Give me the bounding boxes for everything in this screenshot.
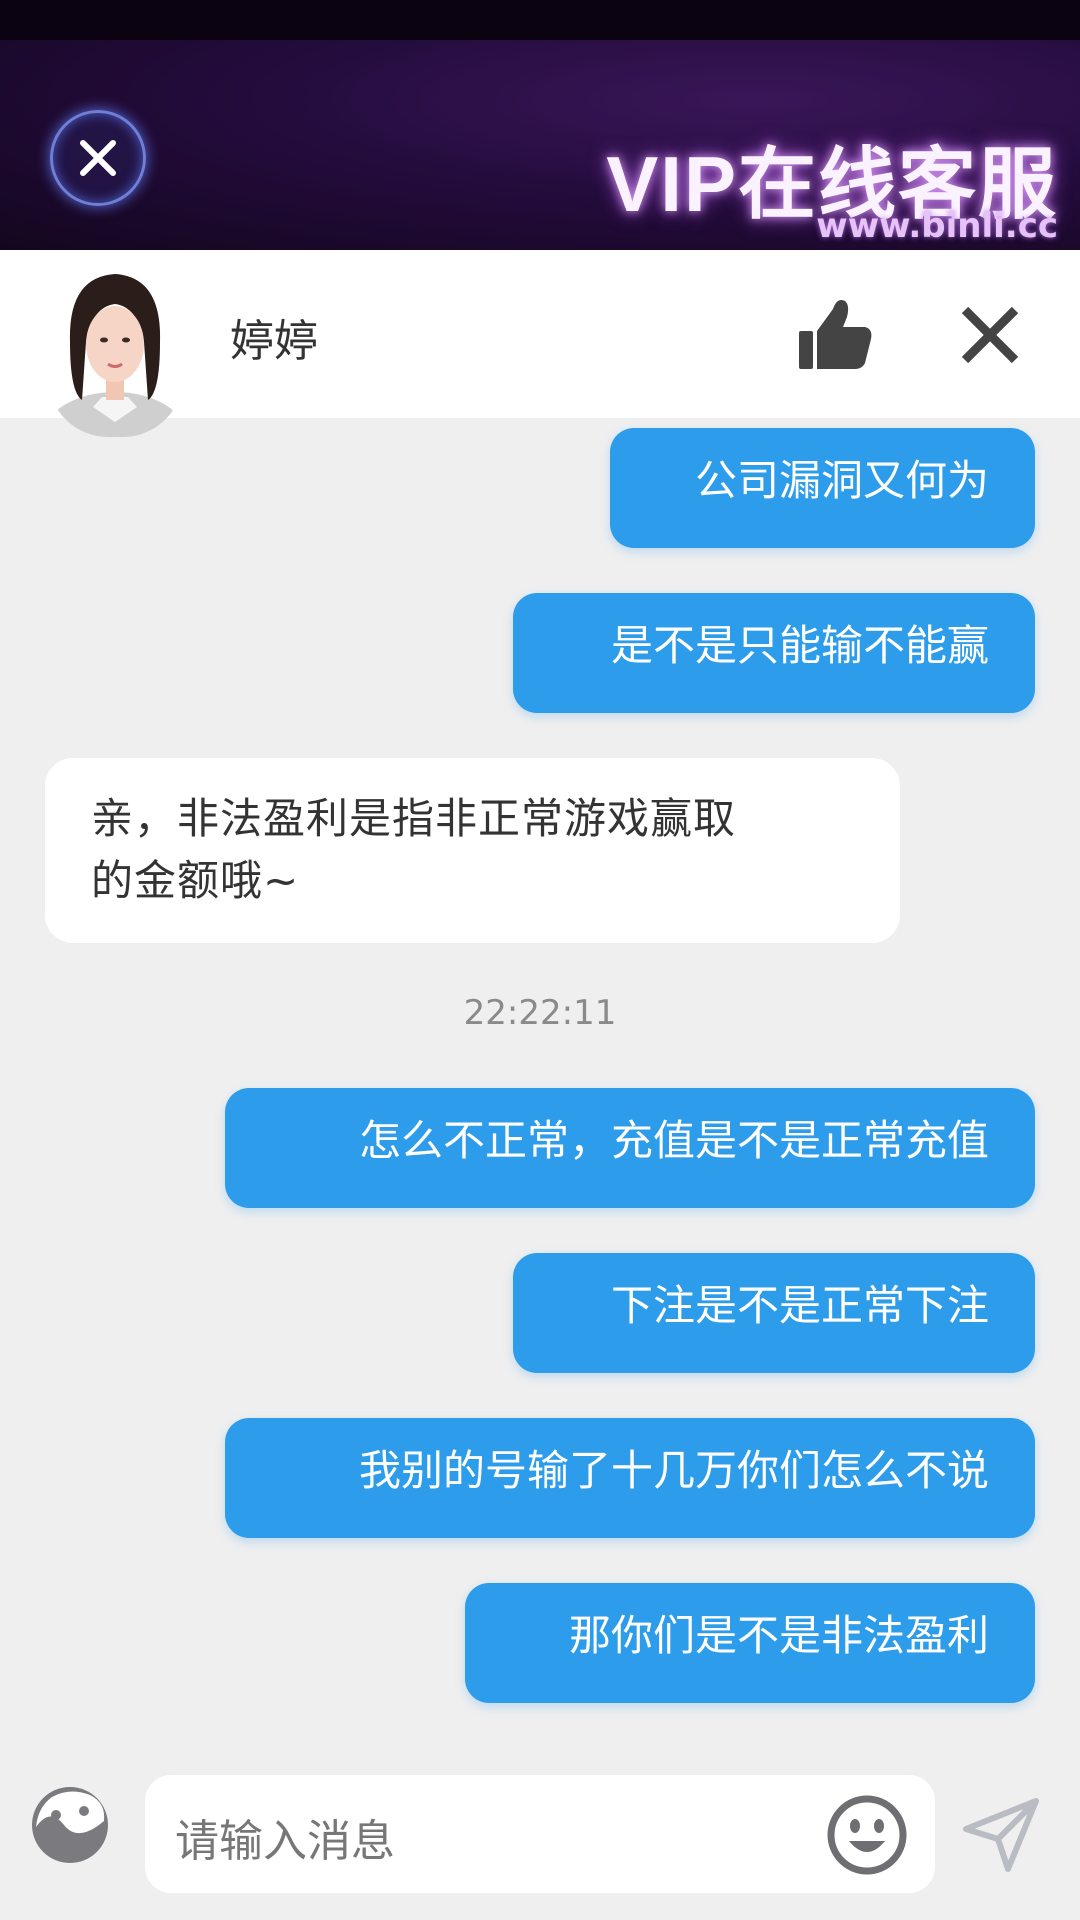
agent-name: 婷婷 xyxy=(230,316,318,367)
message-list[interactable]: 公司漏洞又何为 是不是只能输不能赢 亲，非法盈利是指非正常游戏赢取 的金额哦~ … xyxy=(0,418,1080,1758)
smiley-outline-icon xyxy=(32,1787,108,1863)
close-icon xyxy=(80,140,116,176)
smiley-face-icon xyxy=(827,1795,907,1875)
sticker-button[interactable] xyxy=(30,1785,110,1865)
banner-url: www.binli.cc xyxy=(816,206,1058,246)
message-incoming: 亲，非法盈利是指非正常游戏赢取 的金额哦~ xyxy=(45,758,900,943)
close-chat-button[interactable] xyxy=(955,300,1025,370)
message-outgoing: 怎么不正常，充值是不是正常充值 xyxy=(225,1088,1035,1208)
message-incoming-line: 的金额哦~ xyxy=(91,856,300,905)
message-outgoing: 公司漏洞又何为 xyxy=(610,428,1035,548)
message-input-placeholder: 请输入消息 xyxy=(175,1816,395,1867)
banner-close-button[interactable] xyxy=(50,110,146,206)
message-outgoing: 那你们是不是非法盈利 xyxy=(465,1583,1035,1703)
emoji-button[interactable] xyxy=(825,1793,909,1877)
message-incoming-line: 亲，非法盈利是指非正常游戏赢取 xyxy=(91,794,737,843)
close-icon xyxy=(961,306,1019,364)
vip-banner: VIP在线客服 www.binli.cc xyxy=(0,0,1080,250)
thumbs-up-icon xyxy=(799,300,872,369)
message-timestamp: 22:22:11 xyxy=(463,993,617,1033)
avatar xyxy=(48,272,183,437)
message-outgoing: 下注是不是正常下注 xyxy=(513,1253,1035,1373)
send-button[interactable] xyxy=(962,1795,1040,1873)
message-input[interactable]: 请输入消息 xyxy=(145,1775,935,1893)
message-outgoing: 我别的号输了十几万你们怎么不说 xyxy=(225,1418,1035,1538)
paper-plane-icon xyxy=(963,1798,1039,1872)
message-outgoing: 是不是只能输不能赢 xyxy=(513,593,1035,713)
like-button[interactable] xyxy=(795,295,875,375)
